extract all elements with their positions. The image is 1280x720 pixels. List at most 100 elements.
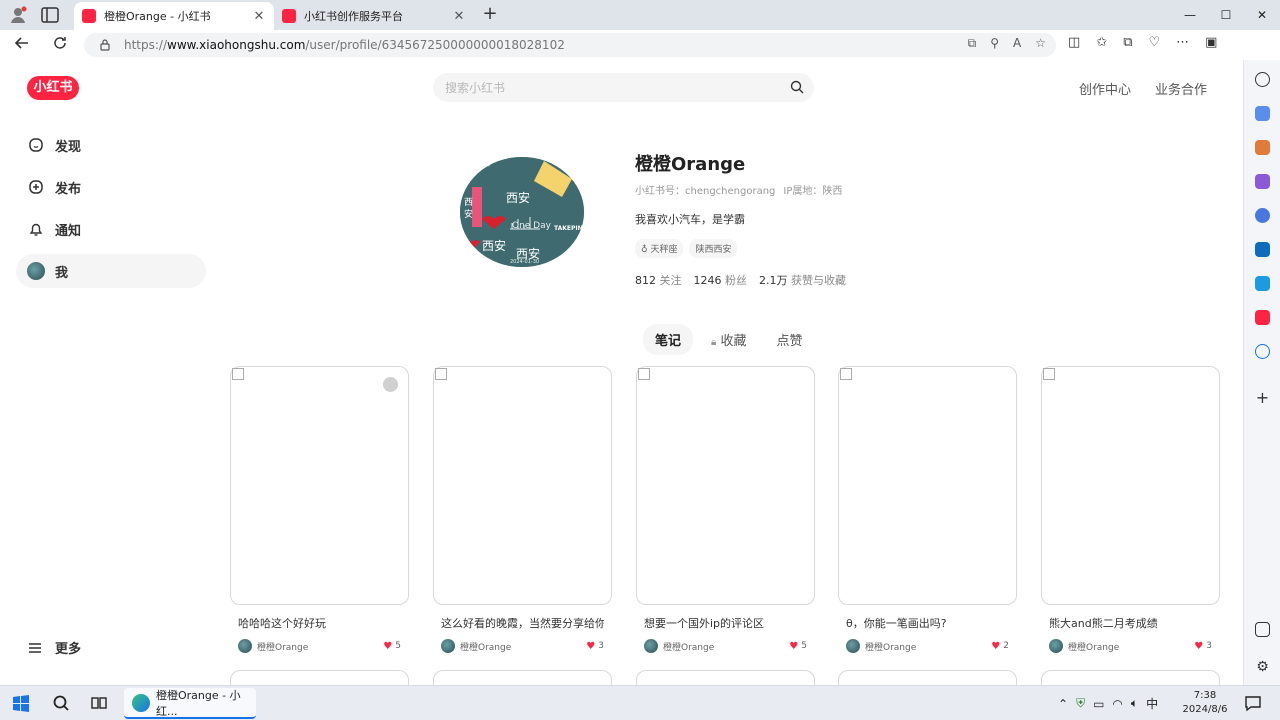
note-cover[interactable]	[1041, 366, 1220, 605]
new-tab-button[interactable]: +	[480, 4, 500, 24]
favorite-star-icon[interactable]: ☆	[1035, 36, 1046, 51]
nav-item-discover[interactable]: 发现	[16, 128, 206, 162]
tab-close-icon[interactable]: ✕	[452, 9, 466, 24]
split-screen-icon[interactable]: ◫	[1068, 35, 1080, 50]
heart-icon[interactable]: ♥	[991, 641, 1000, 652]
note-cover[interactable]	[636, 366, 815, 605]
more-menu-button[interactable]: 更多	[27, 638, 81, 657]
heart-icon[interactable]: ♥	[383, 641, 392, 652]
note-card[interactable]: 这么好看的晚霞，当然要分享给你 橙橙Orange ♥ 3	[433, 366, 612, 653]
read-aloud-icon[interactable]: A	[1013, 36, 1021, 51]
collections-icon[interactable]: ⧉	[1123, 35, 1132, 50]
note-author[interactable]: 橙橙Orange	[1068, 640, 1194, 653]
send-icon[interactable]	[1255, 276, 1270, 291]
tab-collections[interactable]: 🔒︎ 收藏	[699, 324, 758, 355]
xiaohongshu-app-icon[interactable]	[1255, 310, 1270, 325]
note-cover[interactable]	[838, 366, 1017, 605]
windows-start-icon[interactable]	[12, 694, 30, 712]
tab-actions-icon[interactable]	[40, 6, 60, 24]
screenshot-icon[interactable]	[1255, 622, 1270, 637]
heart-icon[interactable]: ♥	[1194, 641, 1203, 652]
note-card[interactable]: 哈哈哈这个好好玩 橙橙Orange ♥ 5	[230, 366, 409, 653]
more-options-icon[interactable]: ⋯	[1176, 35, 1189, 50]
search-sidebar-icon[interactable]	[1255, 72, 1270, 87]
note-title[interactable]: 哈哈哈这个好好玩	[238, 615, 401, 631]
stat-followers[interactable]: 1246 粉丝	[694, 272, 748, 288]
lock-icon[interactable]	[98, 38, 112, 52]
author-avatar[interactable]	[644, 639, 658, 653]
note-card-partial[interactable]	[230, 670, 409, 685]
games-icon[interactable]	[1255, 174, 1270, 189]
address-bar[interactable]: https://www.xiaohongshu.com/user/profile…	[84, 33, 1056, 57]
note-title[interactable]: θ，你能一笔画出吗?	[846, 615, 1009, 631]
taskbar-clock[interactable]: 7:38 2024/8/6	[1182, 689, 1228, 717]
author-avatar[interactable]	[441, 639, 455, 653]
note-cover[interactable]	[230, 366, 409, 605]
close-window-button[interactable]: ✕	[1244, 0, 1280, 30]
browser-essentials-icon[interactable]: ♡	[1149, 35, 1161, 50]
chevron-up-icon[interactable]: ⌃	[1058, 697, 1068, 711]
nav-item-me[interactable]: 我	[16, 254, 206, 288]
stat-following[interactable]: 812 关注	[635, 272, 682, 288]
tab-notes[interactable]: 笔记	[643, 324, 694, 355]
tag-icon[interactable]	[1255, 106, 1270, 121]
note-title[interactable]: 想要一个国外ip的评论区	[644, 615, 807, 631]
stat-likes-collections[interactable]: 2.1万 获赞与收藏	[759, 272, 846, 288]
xiaohongshu-logo[interactable]: 小红书	[27, 76, 79, 100]
taskbar-edge-app[interactable]: 橙橙Orange - 小红...	[124, 688, 256, 719]
notification-icon[interactable]	[1244, 694, 1262, 712]
tools-icon[interactable]	[1255, 140, 1270, 155]
note-card[interactable]: θ，你能一笔画出吗? 橙橙Orange ♥ 2	[838, 366, 1017, 653]
maximize-button[interactable]: ☐	[1208, 0, 1244, 30]
security-shield-icon[interactable]: ⛨	[1076, 696, 1085, 711]
profile-avatar[interactable]: [这里] 西安 西 安 One Day TAKEPIN 西安 西安 2024-0…	[460, 157, 584, 267]
heart-icon[interactable]: ♥	[789, 641, 798, 652]
tab-likes[interactable]: 点赞	[765, 324, 815, 355]
ime-indicator[interactable]: 中	[1146, 695, 1158, 712]
business-cooperation-link[interactable]: 业务合作	[1155, 79, 1207, 98]
note-card-partial[interactable]	[838, 670, 1017, 685]
tab-xiaohongshu-profile[interactable]: 橙橙Orange - 小红书 ✕	[74, 2, 274, 30]
note-title[interactable]: 这么好看的晚霞，当然要分享给你	[441, 615, 604, 631]
outlook-icon[interactable]	[1255, 242, 1270, 257]
back-button[interactable]	[12, 35, 32, 55]
wifi-icon[interactable]: ◠	[1112, 697, 1122, 711]
refresh-button[interactable]	[50, 35, 70, 55]
volume-icon[interactable]: 🔈︎	[1131, 696, 1138, 711]
note-author[interactable]: 橙橙Orange	[865, 640, 991, 653]
nav-item-notifications[interactable]: 通知	[16, 212, 206, 246]
author-avatar[interactable]	[846, 639, 860, 653]
profile-icon[interactable]	[8, 5, 28, 25]
battery-icon[interactable]: ▭	[1093, 697, 1104, 711]
zoom-icon[interactable]: ⚲	[990, 36, 999, 51]
note-author[interactable]: 橙橙Orange	[257, 640, 383, 653]
open-in-app-icon[interactable]: ⧉	[968, 36, 977, 51]
note-cover[interactable]	[433, 366, 612, 605]
search-input[interactable]	[433, 73, 753, 102]
heart-icon[interactable]: ♥	[586, 641, 595, 652]
tab-creator-platform[interactable]: 小红书创作服务平台 ✕	[274, 2, 474, 30]
tab-close-icon[interactable]: ✕	[252, 9, 266, 24]
add-sidebar-app-icon[interactable]: +	[1255, 390, 1270, 406]
note-card-partial[interactable]	[636, 670, 815, 685]
note-author[interactable]: 橙橙Orange	[460, 640, 586, 653]
note-title[interactable]: 熊大and熊二月考成绩	[1049, 615, 1212, 631]
note-author[interactable]: 橙橙Orange	[663, 640, 789, 653]
search-taskbar-icon[interactable]	[52, 694, 70, 712]
note-card[interactable]: 熊大and熊二月考成绩 橙橙Orange ♥ 3	[1041, 366, 1220, 653]
task-view-icon[interactable]	[90, 694, 108, 712]
sidebar-toggle-icon[interactable]: ▣	[1205, 35, 1217, 50]
settings-gear-icon[interactable]: ⚙	[1255, 660, 1270, 675]
note-card-partial[interactable]	[1041, 670, 1220, 685]
minimize-button[interactable]: —	[1172, 0, 1208, 30]
creator-center-link[interactable]: 创作中心	[1079, 79, 1131, 98]
bing-search-icon[interactable]	[1255, 344, 1270, 359]
copilot-icon[interactable]	[1255, 208, 1270, 223]
note-card-partial[interactable]	[433, 670, 612, 685]
favorites-icon[interactable]: ✩	[1096, 35, 1107, 50]
author-avatar[interactable]	[238, 639, 252, 653]
author-avatar[interactable]	[1049, 639, 1063, 653]
note-card[interactable]: 想要一个国外ip的评论区 橙橙Orange ♥ 5	[636, 366, 815, 653]
search-icon[interactable]	[790, 80, 804, 94]
nav-item-publish[interactable]: 发布	[16, 170, 206, 204]
